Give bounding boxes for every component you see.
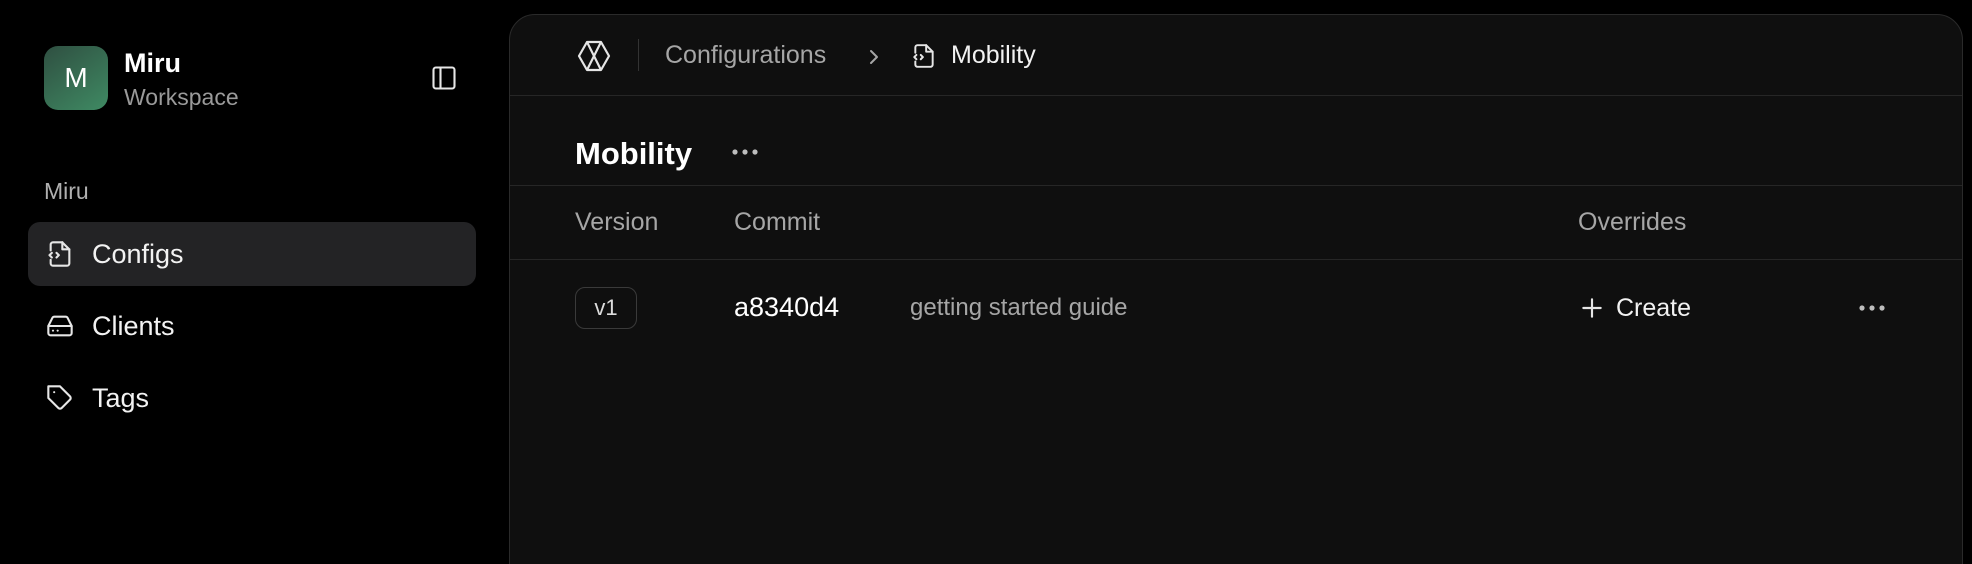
chevron-right-icon (864, 45, 884, 69)
sidebar-item-tags[interactable]: Tags (28, 366, 476, 430)
workspace-avatar-letter: M (64, 62, 88, 93)
version-badge: v1 (575, 287, 637, 329)
commit-message: getting started guide (910, 294, 1128, 321)
hard-drive-icon (44, 310, 76, 342)
sidebar-item-clients[interactable]: Clients (28, 294, 476, 358)
commit-hash: a8340d4 (734, 292, 840, 322)
app-logo-icon[interactable] (575, 37, 613, 75)
sidebar-item-configs[interactable]: Configs (28, 222, 476, 286)
sidebar-item-label: Clients (92, 310, 175, 341)
sidebar-panel-icon (432, 66, 456, 90)
row-more-button[interactable] (1852, 288, 1892, 328)
create-override-button[interactable]: Create (1578, 288, 1691, 328)
sidebar-item-label: Configs (92, 238, 184, 269)
main-panel: Configurations Mobility Mobility Version… (509, 14, 1963, 564)
create-override-label: Create (1616, 293, 1692, 322)
plus-icon (1578, 294, 1606, 322)
breadcrumb-configurations[interactable]: Configurations (665, 41, 826, 70)
file-code-icon (44, 238, 76, 270)
sidebar-section-label: Miru (44, 178, 89, 204)
tag-icon (44, 382, 76, 414)
column-header-version: Version (575, 208, 659, 236)
more-horizontal-icon (1859, 305, 1885, 311)
top-bar: Configurations Mobility (510, 15, 1962, 96)
workspace-subtitle: Workspace (124, 84, 239, 110)
sidebar: M Miru Workspace Miru Configs Clients Ta… (0, 0, 506, 564)
file-code-icon (910, 41, 938, 71)
column-header-overrides: Overrides (1578, 208, 1687, 236)
page-more-button[interactable] (725, 132, 765, 172)
workspace-name[interactable]: Miru (124, 48, 181, 79)
sidebar-item-label: Tags (92, 382, 150, 413)
table-row[interactable]: v1 a8340d4 getting started guide Create (510, 260, 1962, 356)
table-header: Version Commit Overrides (510, 186, 1962, 260)
more-horizontal-icon (732, 149, 758, 155)
column-header-commit: Commit (734, 208, 821, 236)
sidebar-toggle-button[interactable] (428, 62, 460, 94)
breadcrumb-current: Mobility (951, 41, 1036, 69)
page-header: Mobility (510, 96, 1962, 186)
topbar-divider (638, 39, 639, 71)
app-root: M Miru Workspace Miru Configs Clients Ta… (0, 0, 1972, 564)
workspace-avatar[interactable]: M (44, 46, 108, 110)
page-title: Mobility (575, 136, 693, 171)
